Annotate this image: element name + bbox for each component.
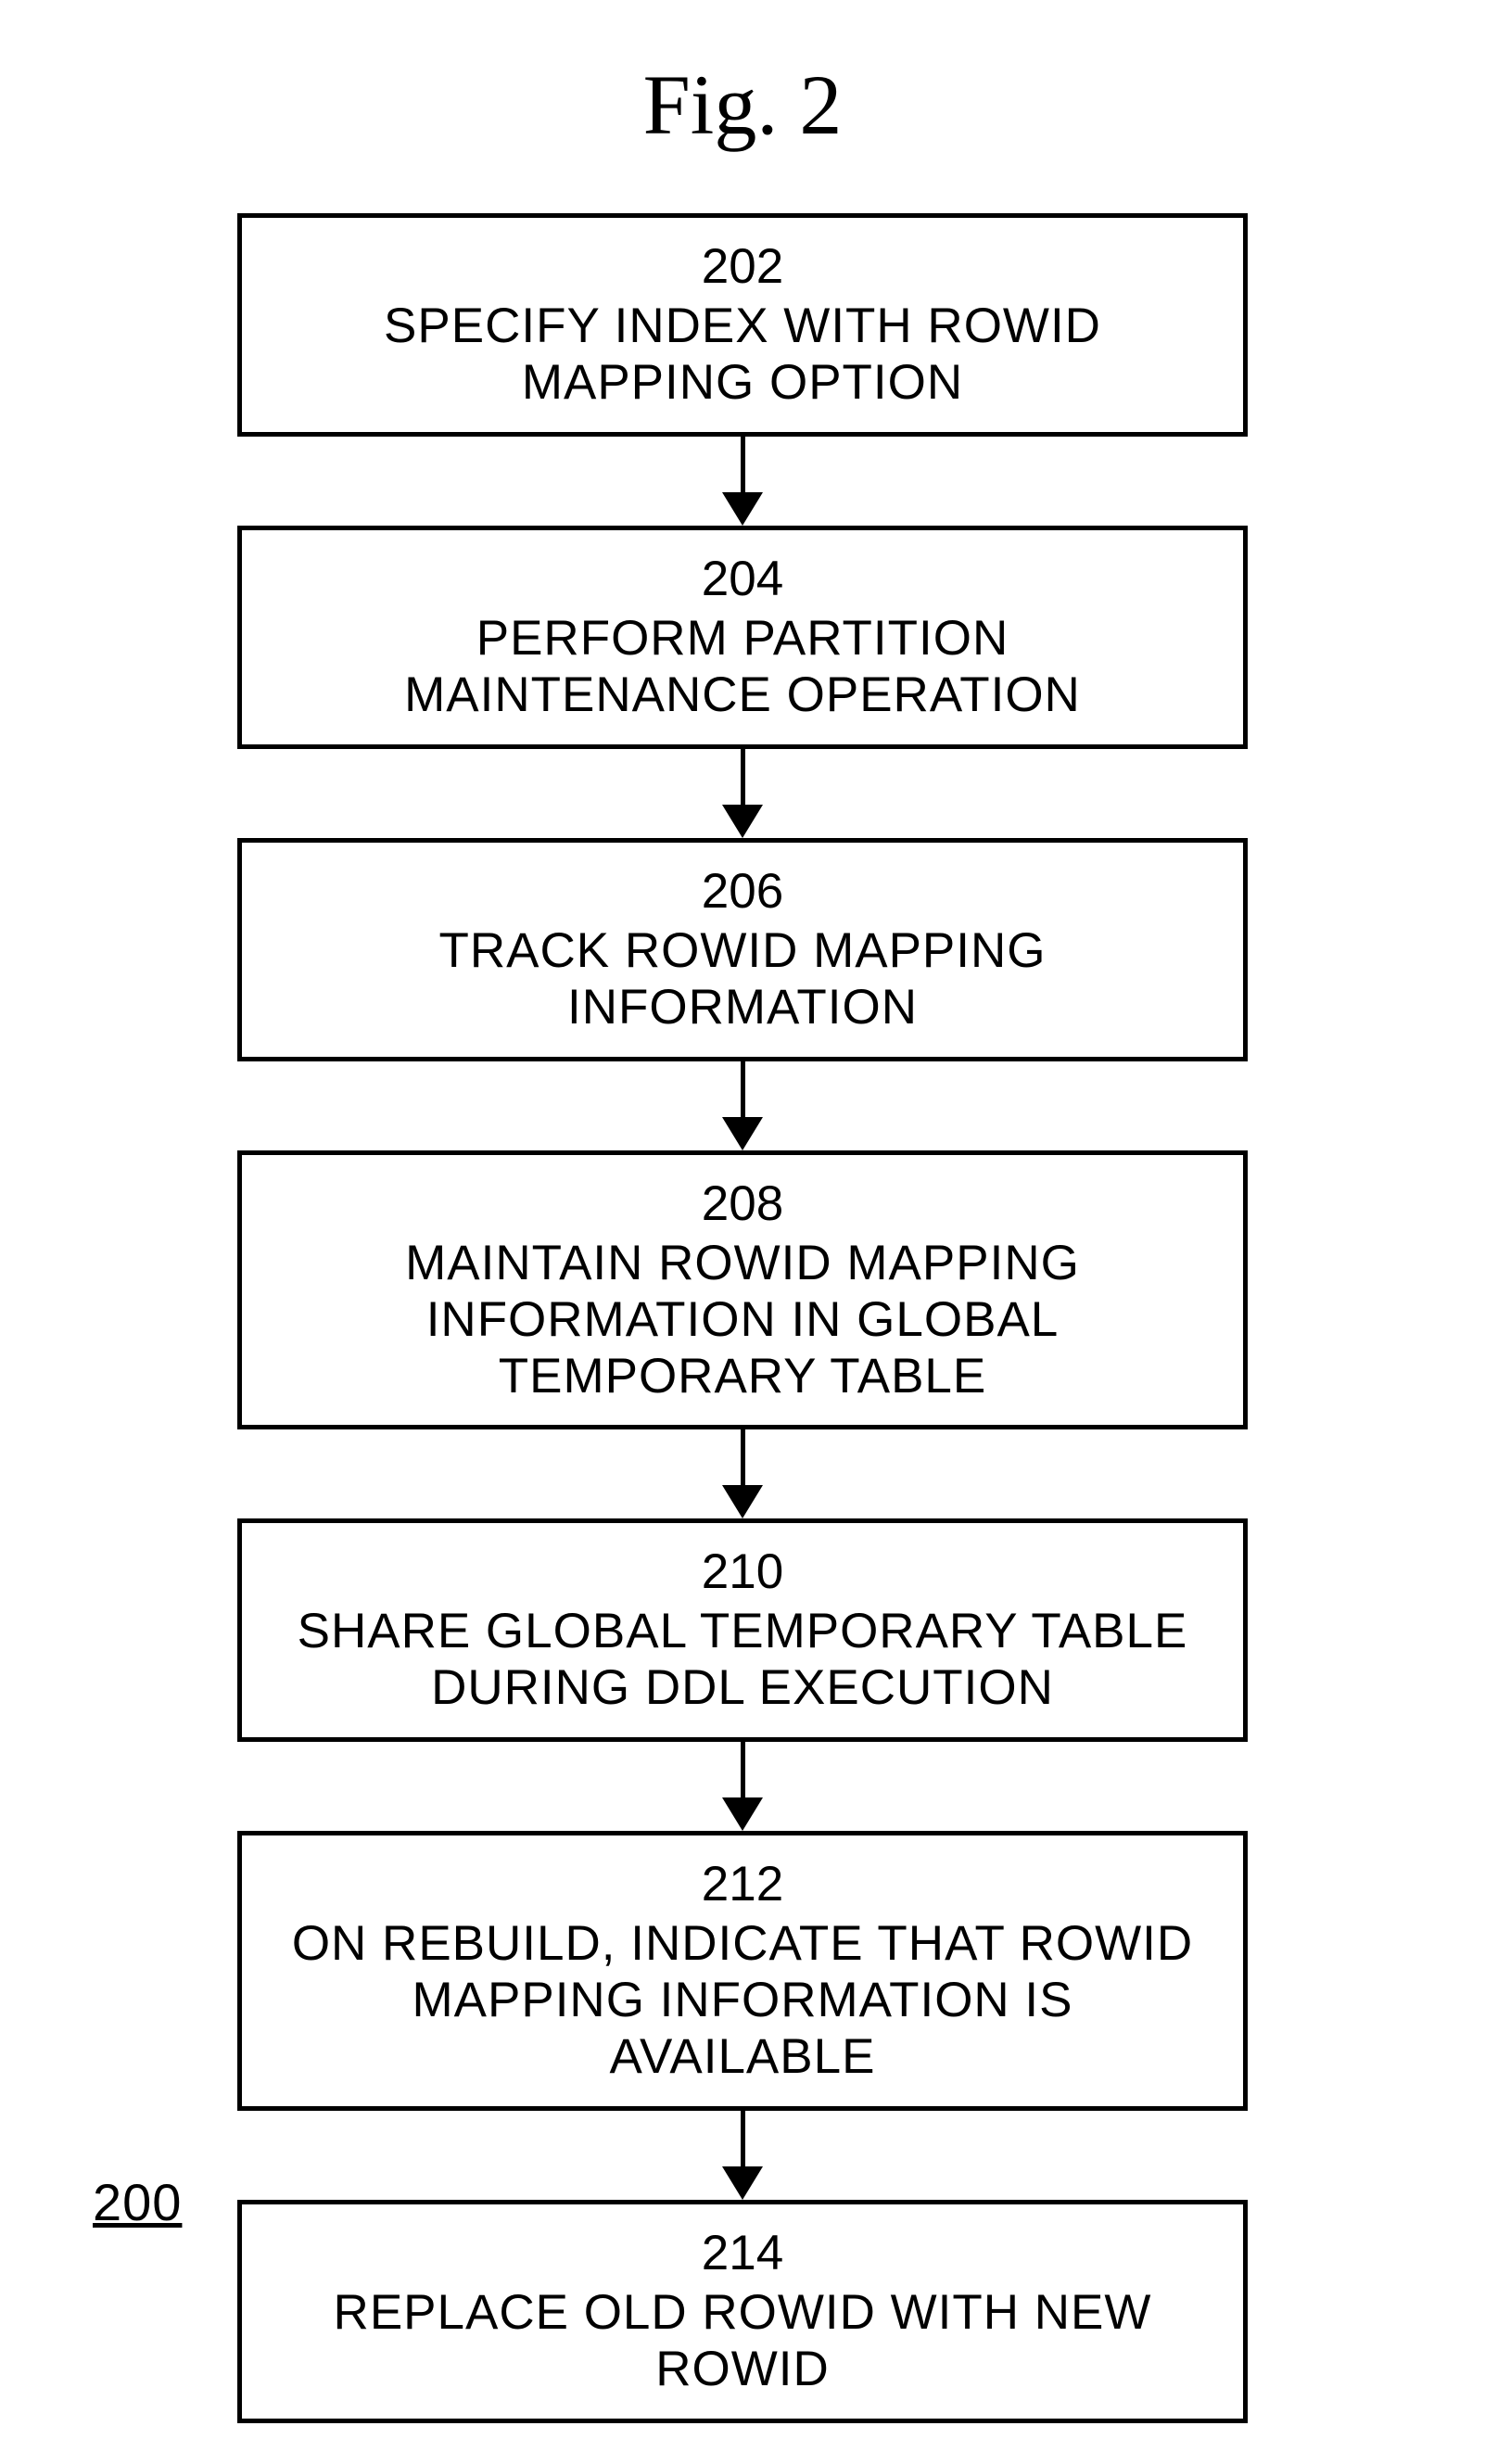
step-number: 210 — [288, 1543, 1197, 1600]
step-number: 214 — [288, 2225, 1197, 2281]
flow-step-214: 214 REPLACE OLD ROWID WITH NEW ROWID — [237, 2200, 1248, 2423]
step-number: 212 — [288, 1856, 1197, 1912]
flow-step-202: 202 SPECIFY INDEX WITH ROWID MAPPING OPT… — [237, 213, 1248, 437]
arrow-down-icon — [722, 749, 763, 838]
arrow-down-icon — [722, 1742, 763, 1831]
arrow-down-icon — [722, 2111, 763, 2200]
arrow-down-icon — [722, 1061, 763, 1150]
step-text: MAINTAIN ROWID MAPPING INFORMATION IN GL… — [405, 1236, 1080, 1403]
flow-step-208: 208 MAINTAIN ROWID MAPPING INFORMATION I… — [237, 1150, 1248, 1430]
flowchart-container: 202 SPECIFY INDEX WITH ROWID MAPPING OPT… — [237, 213, 1248, 2423]
step-text: SHARE GLOBAL TEMPORARY TABLE DURING DDL … — [298, 1604, 1188, 1715]
flow-step-212: 212 ON REBUILD, INDICATE THAT ROWID MAPP… — [237, 1831, 1248, 2111]
step-number: 204 — [288, 551, 1197, 607]
figure-reference-number: 200 — [93, 2172, 182, 2232]
step-text: ON REBUILD, INDICATE THAT ROWID MAPPING … — [292, 1916, 1193, 2084]
step-text: SPECIFY INDEX WITH ROWID MAPPING OPTION — [384, 298, 1101, 410]
arrow-down-icon — [722, 1429, 763, 1518]
flow-step-206: 206 TRACK ROWID MAPPING INFORMATION — [237, 838, 1248, 1061]
step-number: 208 — [288, 1175, 1197, 1232]
step-text: REPLACE OLD ROWID WITH NEW ROWID — [334, 2285, 1152, 2396]
flow-step-210: 210 SHARE GLOBAL TEMPORARY TABLE DURING … — [237, 1518, 1248, 1742]
flow-step-204: 204 PERFORM PARTITION MAINTENANCE OPERAT… — [237, 526, 1248, 749]
step-text: TRACK ROWID MAPPING INFORMATION — [438, 923, 1046, 1035]
step-number: 206 — [288, 863, 1197, 920]
step-number: 202 — [288, 238, 1197, 295]
figure-title: Fig. 2 — [643, 56, 843, 154]
arrow-down-icon — [722, 437, 763, 526]
step-text: PERFORM PARTITION MAINTENANCE OPERATION — [404, 611, 1081, 722]
